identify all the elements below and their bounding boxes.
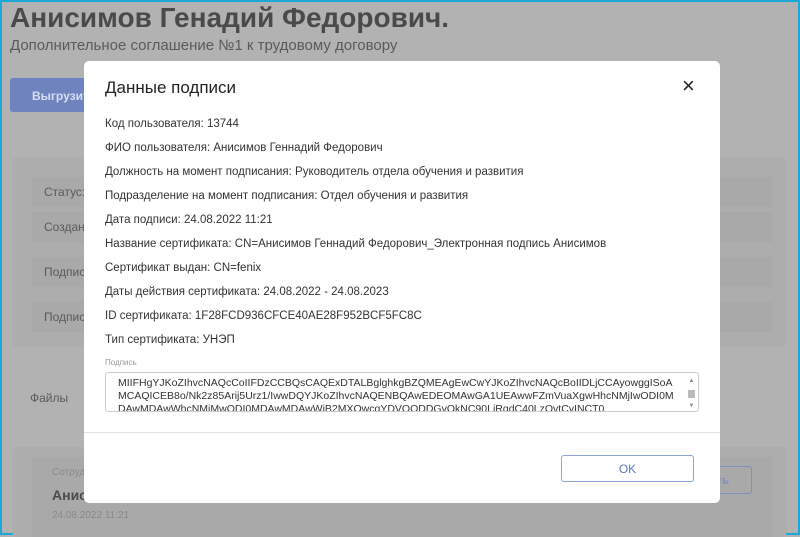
department: Подразделение на момент подписания: Отде… <box>105 190 469 202</box>
sign-date: Дата подписи: 24.08.2022 11:21 <box>105 214 273 226</box>
scrollbar[interactable]: ▲ ▼ <box>687 375 696 409</box>
employee-date: 24.08.2022 11:21 <box>52 510 130 521</box>
signature-textarea[interactable]: MIIFHgYJKoZIhvcNAQcCoIIFDzCCBQsCAQExDTAL… <box>105 372 699 412</box>
signature-label: Подпись <box>105 358 137 367</box>
cert-issuer: Сертификат выдан: CN=fenix <box>105 262 262 274</box>
cert-id: ID сертификата: 1F28FCD936CFCE40AE28F952… <box>105 310 422 322</box>
footer-divider <box>84 432 720 433</box>
cert-type: Тип сертификата: УНЭП <box>105 334 235 346</box>
user-name: ФИО пользователя: Анисимов Геннадий Федо… <box>105 142 383 154</box>
signature-modal: Данные подписи × Код пользователя: 13744… <box>84 61 720 503</box>
page-title: Анисимов Генадий Федорович. <box>10 2 450 33</box>
signature-value: MIIFHgYJKoZIhvcNAQcCoIIFDzCCBQsCAQExDTAL… <box>118 377 674 412</box>
cert-validity: Даты действия сертификата: 24.08.2022 - … <box>105 286 389 298</box>
close-icon[interactable]: × <box>682 75 695 97</box>
user-code: Код пользователя: 13744 <box>105 118 239 130</box>
position: Должность на момент подписания: Руководи… <box>105 166 524 178</box>
cert-name: Название сертификата: CN=Анисимов Геннад… <box>105 238 607 250</box>
ok-button[interactable]: OK <box>561 455 694 482</box>
modal-title: Данные подписи <box>105 78 237 97</box>
page-subtitle: Дополнительное соглашение №1 к трудовому… <box>10 37 398 54</box>
tab-files[interactable]: Файлы <box>30 391 68 405</box>
